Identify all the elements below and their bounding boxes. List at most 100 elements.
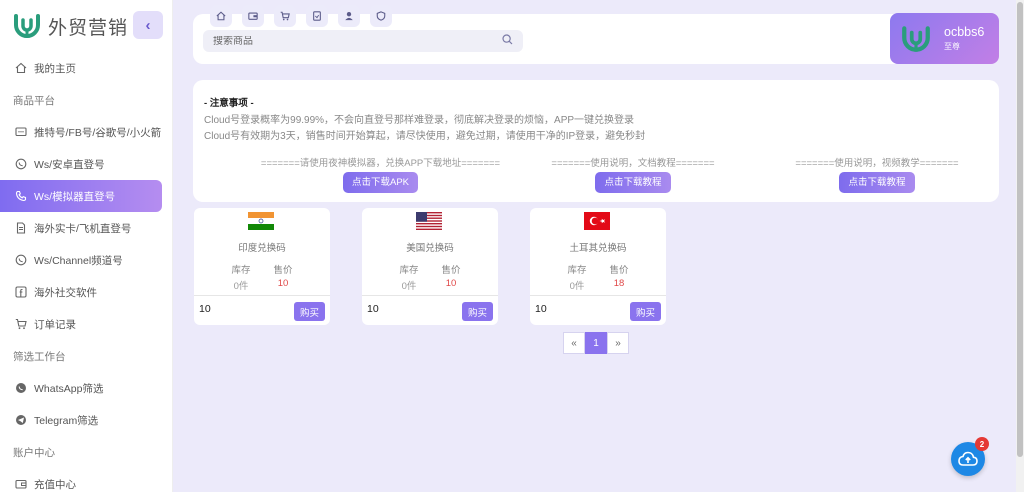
sidebar-group-products: 商品平台 [13,94,55,107]
sidebar-item-label: 推特号/FB号/谷歌号/小火箭 [34,126,162,139]
price-label: 售价 [441,265,461,276]
price-value: 10 [277,278,289,289]
notification-badge: 2 [975,437,989,451]
sidebar-item-whatsapp-filter[interactable]: WhatsApp筛选 [0,372,172,404]
sidebar-item-label: Ws/安卓直登号 [34,158,105,171]
price-label: 售价 [273,265,293,276]
price-value: 18 [613,278,625,289]
card-divider [530,295,666,296]
username: ocbbs6 [944,25,985,39]
india-flag-icon [248,212,274,230]
quick-wallet-icon[interactable] [242,5,264,27]
sidebar-item-label: Ws/Channel频道号 [34,254,123,267]
quick-nav [210,5,392,27]
sidebar-item-ws-emulator[interactable]: Ws/模拟器直登号 [0,180,162,212]
buy-button[interactable]: 购买 [462,302,493,321]
notice-panel: - 注意事项 - Cloud号登录概率为99.99%，不会向直登号那样难登录，彻… [193,80,999,202]
stock-label: 库存 [231,265,251,276]
price-label: 售价 [609,265,629,276]
download-video-tutorial-button[interactable]: 点击下载教程 [839,172,915,193]
stock-label: 库存 [399,265,419,276]
product-card-india: 印度兑换码 库存 售价 0件 10 购买 [194,208,330,325]
quick-user-icon[interactable] [338,5,360,27]
download-apk-button[interactable]: 点击下载APK [342,172,418,193]
notice-line: Cloud号有效期为3天，销售时间开始算起，请尽快使用，避免过期，请使用干净的I… [204,131,646,142]
search-icon[interactable] [502,34,513,48]
cloud-upload-icon [958,451,978,466]
product-name: 土耳其兑换码 [569,243,627,254]
quantity-input[interactable] [367,303,437,315]
user-level-badge: 至尊 [944,42,960,51]
sidebar-item-label: WhatsApp筛选 [34,382,104,395]
card-divider [362,295,498,296]
sidebar-item-label: 我的主页 [34,62,76,75]
quick-shield-icon[interactable] [370,5,392,27]
sidebar-group-filter: 筛选工作台 [13,350,66,363]
quantity-input[interactable] [535,303,605,315]
search-input[interactable] [213,35,502,47]
chevron-left-icon: ‹ [145,16,151,34]
stock-value: 0件 [569,281,585,292]
sidebar-menu: 我的主页 商品平台 推特号/FB号/谷歌号/小火箭 Ws/安卓直登号 Ws/模拟… [0,52,172,492]
turkey-flag-icon [584,212,610,230]
facebook-icon [14,286,27,299]
whatsapp-icon [14,382,27,395]
brand-name: 外贸营销 [48,17,129,39]
scrollbar-thumb[interactable] [1017,2,1023,457]
next-page-button[interactable]: » [607,332,629,354]
product-name: 印度兑换码 [238,243,286,254]
sidebar-item-label: 海外社交软件 [34,286,97,299]
app-logo[interactable]: 外贸营销 [12,10,128,42]
page-button-current[interactable]: 1 [585,332,607,354]
logo-icon [902,25,930,52]
prev-page-button[interactable]: « [563,332,585,354]
whatsapp-icon [14,158,27,171]
buy-button[interactable]: 购买 [294,302,325,321]
sidebar-collapse-button[interactable]: ‹ [133,11,163,39]
sidebar-item-home[interactable]: 我的主页 [0,52,172,84]
sidebar-item-twitter-fb-google[interactable]: 推特号/FB号/谷歌号/小火箭 [0,116,172,148]
sidebar-item-label: Ws/模拟器直登号 [34,190,116,203]
search-box [203,30,523,52]
download-doc-block: =======使用说明，文档教程======= 点击下载教程 [533,155,733,193]
download-apk-block: =======请使用夜神模拟器，兑换APP下载地址======= 点击下载APK [213,155,548,193]
phone-icon [14,190,27,203]
stock-value: 0件 [401,281,417,292]
sidebar-item-ws-android[interactable]: Ws/安卓直登号 [0,148,172,180]
sidebar: 外贸营销 ‹ 我的主页 商品平台 推特号/FB号/谷歌号/小火箭 Ws/安卓直登… [0,0,173,492]
telegram-icon [14,414,27,427]
buy-button[interactable]: 购买 [630,302,661,321]
quick-home-icon[interactable] [210,5,232,27]
quantity-input[interactable] [199,303,269,315]
document-icon [14,222,27,235]
sidebar-item-ws-channel[interactable]: Ws/Channel频道号 [0,244,172,276]
sidebar-item-telegram-filter[interactable]: Telegram筛选 [0,404,172,436]
user-card[interactable]: ocbbs6 至尊 [890,13,999,64]
product-card-turkey: 土耳其兑换码 库存 售价 0件 18 购买 [530,208,666,325]
download-video-block: =======使用说明，视频教学======= 点击下载教程 [777,155,977,193]
home-icon [14,62,27,75]
product-name: 美国兑换码 [406,243,454,254]
quick-document-icon[interactable] [306,5,328,27]
sidebar-item-overseas-sim[interactable]: 海外实卡/飞机直登号 [0,212,172,244]
wallet-icon [14,478,27,491]
sidebar-item-orders[interactable]: 订单记录 [0,308,172,340]
notice-title: - 注意事项 - [204,98,254,109]
sidebar-item-social-apps[interactable]: 海外社交软件 [0,276,172,308]
sidebar-item-recharge[interactable]: 充值中心 [0,468,172,492]
sidebar-item-label: 订单记录 [34,318,76,331]
quick-cart-icon[interactable] [274,5,296,27]
stock-label: 库存 [567,265,587,276]
sidebar-item-label: 充值中心 [34,478,76,491]
product-card-usa: 美国兑换码 库存 售价 0件 10 购买 [362,208,498,325]
sidebar-item-label: Telegram筛选 [34,414,99,427]
chat-dots-icon [14,126,27,139]
download-doc-tutorial-button[interactable]: 点击下载教程 [595,172,671,193]
price-value: 10 [445,278,457,289]
cart-icon [14,318,27,331]
user-info: ocbbs6 至尊 [932,25,984,52]
notice-line: Cloud号登录概率为99.99%，不会向直登号那样难登录，彻底解决登录的烦恼，… [204,115,635,126]
page-scrollbar[interactable] [1016,0,1024,492]
card-divider [194,295,330,296]
logo-icon [14,14,40,38]
